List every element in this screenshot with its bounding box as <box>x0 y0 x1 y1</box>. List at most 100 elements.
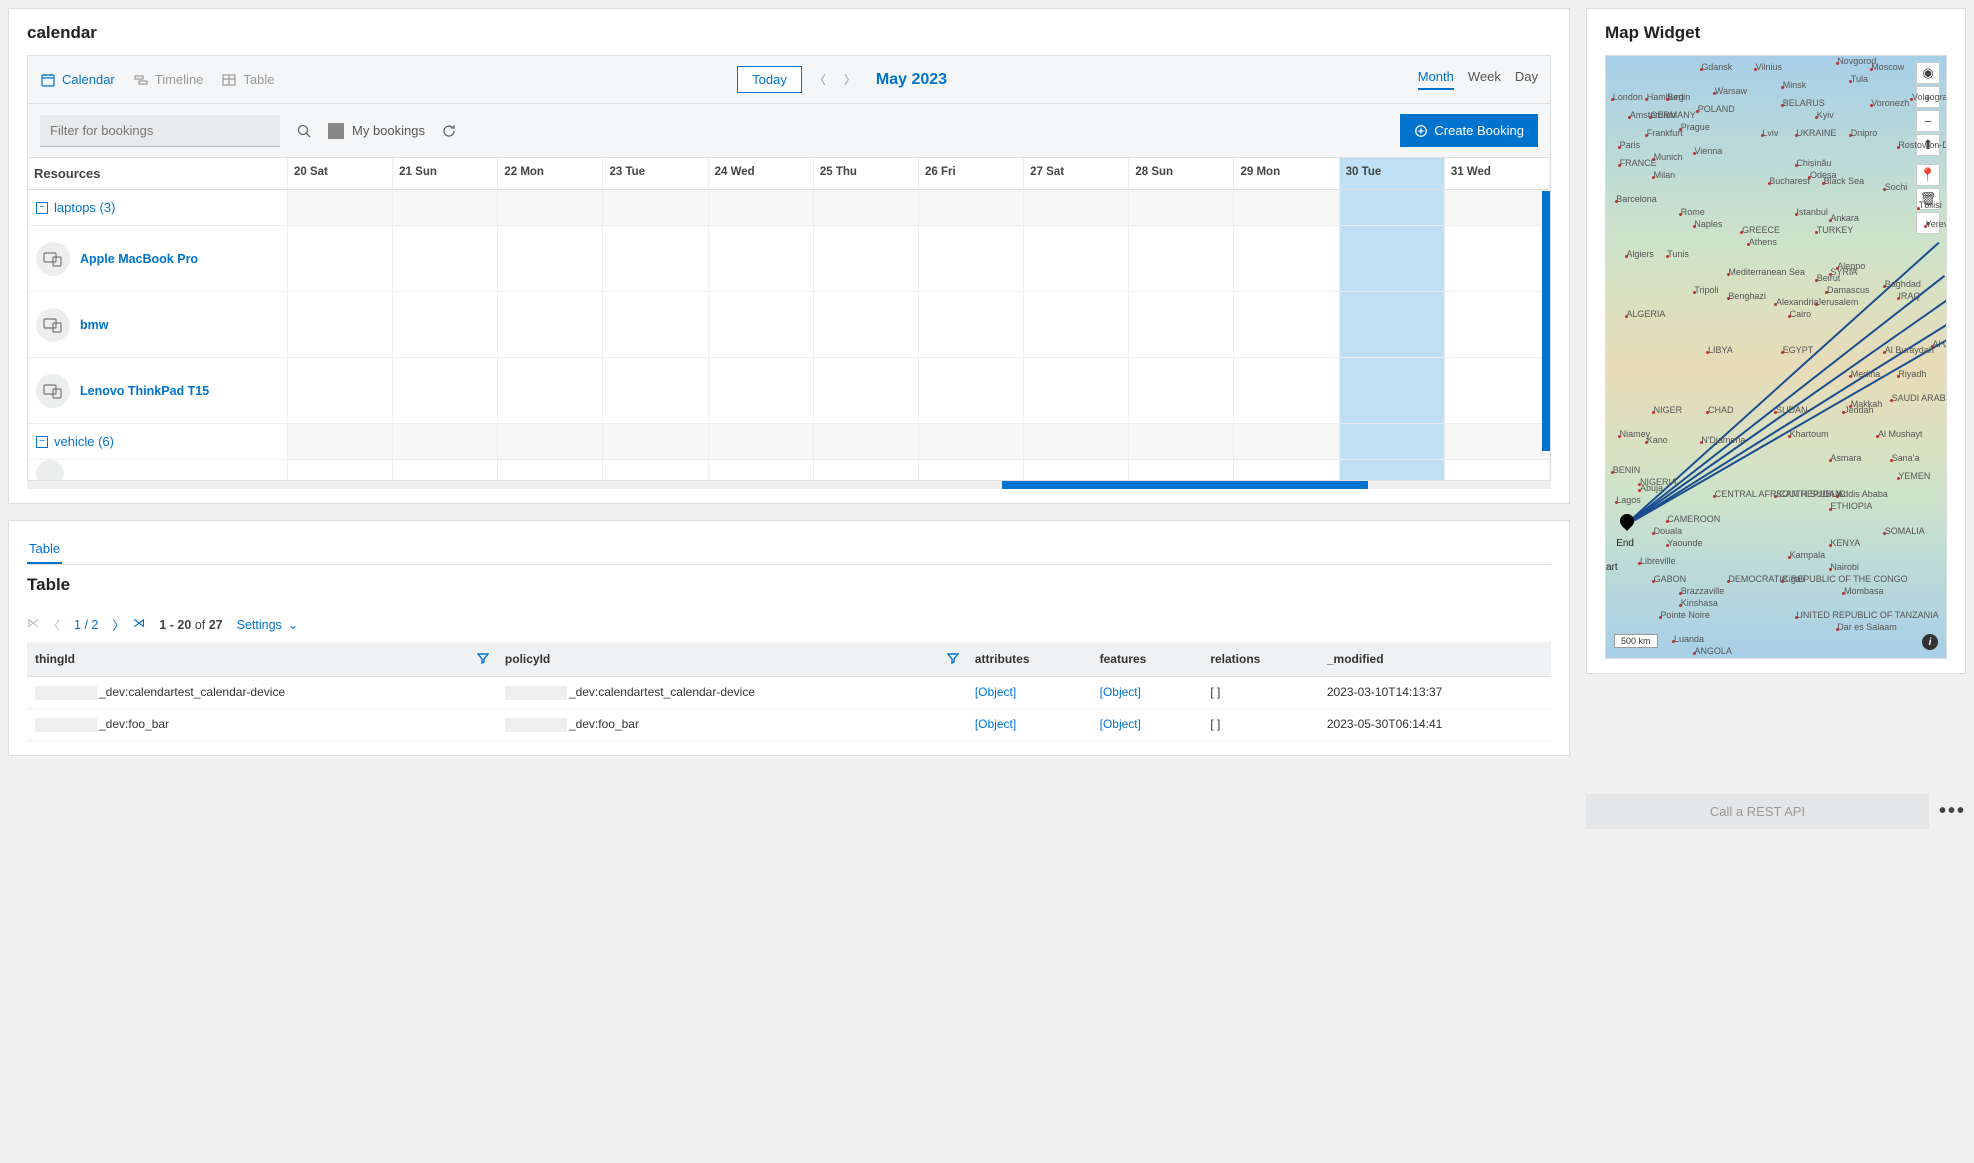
column-header-features[interactable]: features <box>1092 642 1203 677</box>
group-day-cell[interactable] <box>393 424 498 460</box>
filter-bookings-input[interactable] <box>40 115 280 147</box>
resource-day-cell[interactable] <box>288 358 393 424</box>
resource-day-cell[interactable] <box>1234 460 1339 481</box>
group-day-cell[interactable] <box>288 190 393 226</box>
range-week[interactable]: Week <box>1468 69 1501 90</box>
resource-day-cell[interactable] <box>393 460 498 481</box>
day-header[interactable]: 28 Sun <box>1129 158 1234 190</box>
resource-day-cell[interactable] <box>393 226 498 292</box>
resource-day-cell[interactable] <box>919 358 1024 424</box>
resource-day-cell[interactable] <box>1234 358 1339 424</box>
calendar-horizontal-scrollbar[interactable] <box>27 481 1551 489</box>
resource-day-cell[interactable] <box>1024 226 1129 292</box>
day-header[interactable]: 21 Sun <box>393 158 498 190</box>
calendar-vertical-scrollbar[interactable] <box>1542 191 1550 451</box>
group-day-cell[interactable] <box>1024 190 1129 226</box>
page-first-button[interactable]: ⋉ <box>27 615 40 634</box>
resource-day-cell[interactable] <box>709 226 814 292</box>
resource-group-toggle[interactable]: − vehicle (6) <box>28 424 288 460</box>
table-row[interactable]: _dev:calendartest_calendar-device _dev:c… <box>27 677 1551 709</box>
range-month[interactable]: Month <box>1418 69 1454 90</box>
resource-day-cell[interactable] <box>1129 292 1234 358</box>
next-period-button[interactable]: 〉 <box>838 71 862 88</box>
resource-day-cell[interactable] <box>1340 226 1445 292</box>
resource-day-cell[interactable] <box>709 292 814 358</box>
resource-day-cell[interactable] <box>603 460 708 481</box>
column-header-attributes[interactable]: attributes <box>967 642 1092 677</box>
resource-day-cell[interactable] <box>919 460 1024 481</box>
group-day-cell[interactable] <box>1445 190 1550 226</box>
page-next-button[interactable]: 〉 <box>112 615 125 634</box>
view-tab-table[interactable]: Table <box>221 72 274 88</box>
day-header[interactable]: 20 Sat <box>288 158 393 190</box>
day-header[interactable]: 24 Wed <box>709 158 814 190</box>
day-header[interactable]: 22 Mon <box>498 158 603 190</box>
resource-day-cell[interactable] <box>498 460 603 481</box>
more-actions-button[interactable]: ••• <box>1939 800 1966 823</box>
group-day-cell[interactable] <box>1234 424 1339 460</box>
resource-day-cell[interactable] <box>814 460 919 481</box>
column-header-policyId[interactable]: policyId <box>497 642 967 677</box>
day-header[interactable]: 23 Tue <box>603 158 708 190</box>
resource-name-link[interactable]: Apple MacBook Pro <box>80 252 198 266</box>
column-header-_modified[interactable]: _modified <box>1319 642 1551 677</box>
range-day[interactable]: Day <box>1515 69 1538 90</box>
group-day-cell[interactable] <box>709 424 814 460</box>
call-rest-api-button[interactable]: Call a REST API <box>1586 794 1929 829</box>
resource-day-cell[interactable] <box>1445 358 1550 424</box>
resource-day-cell[interactable] <box>1340 292 1445 358</box>
group-day-cell[interactable] <box>1340 424 1445 460</box>
object-link[interactable]: [Object] <box>1100 685 1141 699</box>
group-day-cell[interactable] <box>919 190 1024 226</box>
resource-day-cell[interactable] <box>393 292 498 358</box>
resource-day-cell[interactable] <box>1024 292 1129 358</box>
resource-day-cell[interactable] <box>1024 460 1129 481</box>
search-icon[interactable] <box>296 123 312 139</box>
resource-day-cell[interactable] <box>288 226 393 292</box>
day-header[interactable]: 26 Fri <box>919 158 1024 190</box>
day-header[interactable]: 30 Tue <box>1340 158 1445 190</box>
column-header-relations[interactable]: relations <box>1202 642 1319 677</box>
resource-day-cell[interactable] <box>603 292 708 358</box>
resource-day-cell[interactable] <box>498 358 603 424</box>
today-button[interactable]: Today <box>737 66 802 93</box>
group-day-cell[interactable] <box>498 190 603 226</box>
resource-day-cell[interactable] <box>603 226 708 292</box>
group-day-cell[interactable] <box>1129 190 1234 226</box>
group-day-cell[interactable] <box>603 424 708 460</box>
day-header[interactable]: 31 Wed <box>1445 158 1550 190</box>
resource-day-cell[interactable] <box>498 292 603 358</box>
page-last-button[interactable]: ⋊ <box>133 615 146 634</box>
view-tab-timeline[interactable]: Timeline <box>133 72 204 88</box>
resource-day-cell[interactable] <box>498 226 603 292</box>
page-prev-button[interactable]: 〈 <box>48 615 61 634</box>
resource-day-cell[interactable] <box>814 226 919 292</box>
table-tab[interactable]: Table <box>27 535 62 564</box>
group-day-cell[interactable] <box>1024 424 1129 460</box>
map-canvas[interactable]: ◉ + − ⬆ 📍 🗑 • 500 km i End art <box>1605 55 1947 659</box>
filter-icon[interactable] <box>947 652 959 664</box>
calendar-horizontal-scrollbar-thumb[interactable] <box>1002 481 1368 489</box>
group-day-cell[interactable] <box>1234 190 1339 226</box>
resource-day-cell[interactable] <box>1129 460 1234 481</box>
group-day-cell[interactable] <box>814 424 919 460</box>
group-day-cell[interactable] <box>603 190 708 226</box>
object-link[interactable]: [Object] <box>975 685 1016 699</box>
group-day-cell[interactable] <box>919 424 1024 460</box>
resource-day-cell[interactable] <box>814 358 919 424</box>
resource-day-cell[interactable] <box>1024 358 1129 424</box>
table-settings-button[interactable]: Settings ⌄ <box>237 617 299 632</box>
resource-day-cell[interactable] <box>1234 226 1339 292</box>
group-day-cell[interactable] <box>1129 424 1234 460</box>
filter-icon[interactable] <box>477 652 489 664</box>
view-tab-calendar[interactable]: Calendar <box>40 72 115 88</box>
create-booking-button[interactable]: Create Booking <box>1400 114 1538 147</box>
map-zoom-out-button[interactable]: − <box>1916 110 1940 132</box>
table-row[interactable]: _dev:foo_bar _dev:foo_bar [Object] [Obje… <box>27 708 1551 740</box>
map-globe-button[interactable]: ◉ <box>1916 62 1940 84</box>
resource-day-cell[interactable] <box>1129 226 1234 292</box>
refresh-icon[interactable] <box>441 123 457 139</box>
group-day-cell[interactable] <box>709 190 814 226</box>
map-end-marker[interactable] <box>1617 511 1637 531</box>
resource-day-cell[interactable] <box>1129 358 1234 424</box>
